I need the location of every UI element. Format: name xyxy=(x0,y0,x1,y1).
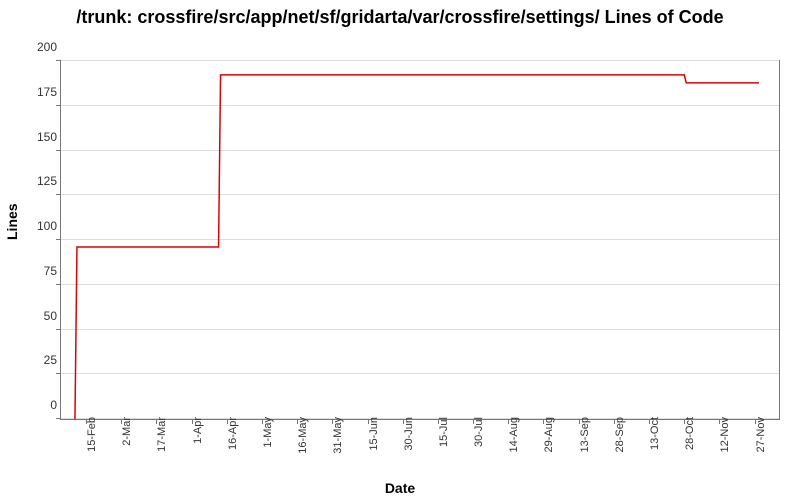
x-tick: 12-Nov xyxy=(719,417,731,452)
x-axis-label: Date xyxy=(0,480,800,496)
x-tick: 31-May xyxy=(332,417,344,454)
y-tick: 175 xyxy=(23,85,57,99)
y-tick: 75 xyxy=(23,264,57,278)
y-tick: 150 xyxy=(23,130,57,144)
x-tick: 15-Jul xyxy=(438,417,450,447)
x-tick: 1-May xyxy=(262,417,274,448)
y-tick: 200 xyxy=(23,40,57,54)
x-tick: 27-Nov xyxy=(755,417,767,452)
chart-title: /trunk: crossfire/src/app/net/sf/gridart… xyxy=(0,6,800,29)
y-tick: 50 xyxy=(23,309,57,323)
y-tick: 25 xyxy=(23,353,57,367)
x-tick: 16-May xyxy=(297,417,309,454)
x-tick: 29-Aug xyxy=(543,417,555,452)
x-tick: 30-Jun xyxy=(403,417,415,451)
y-tick: 100 xyxy=(23,219,57,233)
data-line xyxy=(61,61,779,419)
x-tick: 28-Sep xyxy=(614,417,626,452)
x-tick: 15-Jun xyxy=(368,417,380,451)
x-tick: 28-Oct xyxy=(684,417,696,450)
x-tick: 2-Mar xyxy=(121,417,133,446)
x-tick: 15-Feb xyxy=(86,417,98,452)
y-tick: 0 xyxy=(23,398,57,412)
x-tick: 14-Aug xyxy=(508,417,520,452)
y-axis-label: Lines xyxy=(4,203,20,240)
x-tick: 30-Jul xyxy=(473,417,485,447)
loc-chart: /trunk: crossfire/src/app/net/sf/gridart… xyxy=(0,0,800,500)
x-tick: 13-Sep xyxy=(579,417,591,452)
x-tick: 1-Apr xyxy=(192,417,204,444)
x-tick: 16-Apr xyxy=(227,417,239,450)
plot-area: 0 25 50 75 100 125 150 175 200 15-Feb 2-… xyxy=(60,60,780,420)
y-tick: 125 xyxy=(23,174,57,188)
x-tick: 13-Oct xyxy=(649,417,661,450)
x-tick: 17-Mar xyxy=(156,417,168,452)
